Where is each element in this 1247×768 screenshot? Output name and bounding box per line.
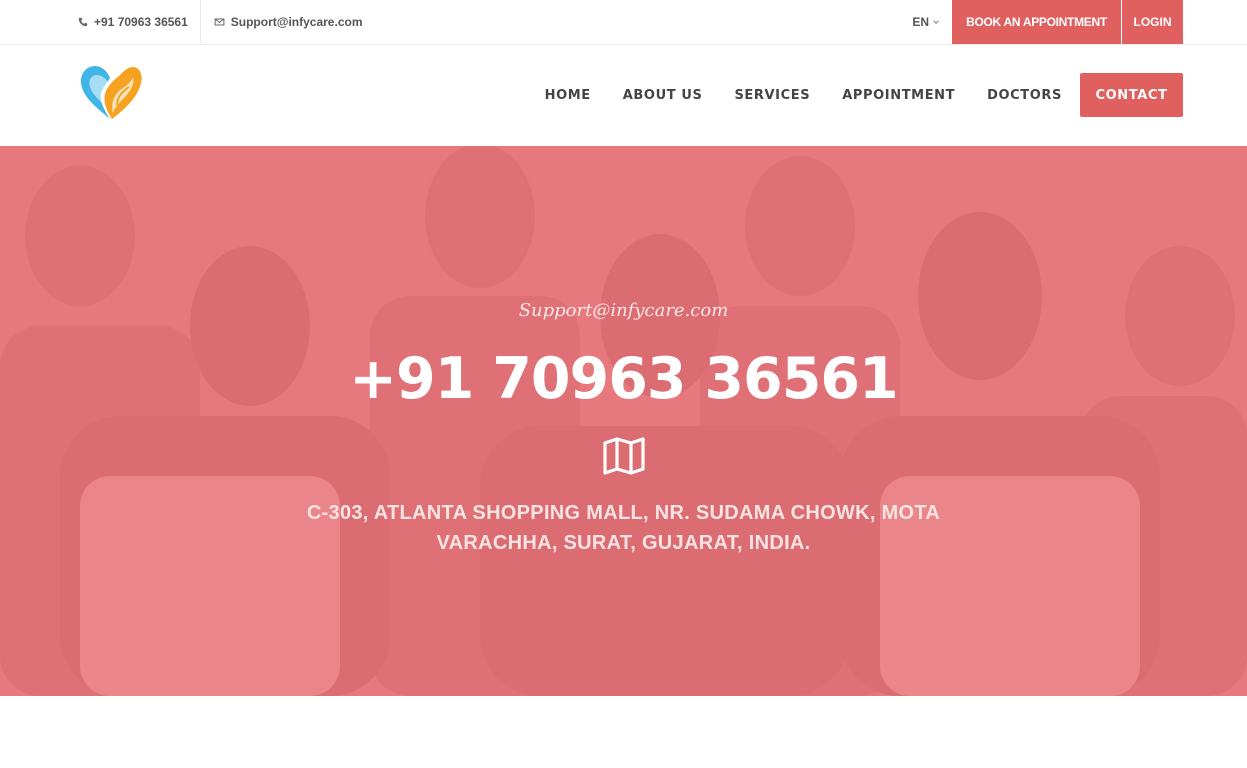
contact-info: +91 70963 36561 Support@infycare.com [78,0,363,44]
top-email-text: Support@infycare.com [230,15,363,29]
hero-banner: Support@infycare.com +91 70963 36561 C-3… [0,146,1247,696]
nav-about-us[interactable]: ABOUT US [623,88,703,103]
hero-email[interactable]: Support@infycare.com [0,300,1247,321]
primary-nav: HOME ABOUT US SERVICES APPOINTMENT DOCTO… [545,73,1183,117]
nav-doctors[interactable]: DOCTORS [987,88,1062,103]
nav-appointment[interactable]: APPOINTMENT [842,88,955,103]
heart-logo[interactable] [77,61,145,125]
language-select[interactable]: EN [912,0,952,44]
nav-services[interactable]: SERVICES [734,88,810,103]
hero-content: Support@infycare.com +91 70963 36561 C-3… [0,146,1247,696]
nav-contact-button[interactable]: CONTACT [1080,73,1183,117]
main-navbar: HOME ABOUT US SERVICES APPOINTMENT DOCTO… [0,45,1247,146]
language-label: EN [912,15,929,29]
nav-home[interactable]: HOME [545,88,591,103]
chevron-down-icon [933,20,939,24]
mail-icon [214,18,225,26]
top-phone-text: +91 70963 36561 [94,15,188,29]
top-actions: EN BOOK AN APPOINTMENT LOGIN [912,0,1183,44]
phone-icon [78,17,88,27]
map-icon [603,437,645,475]
book-appointment-button[interactable]: BOOK AN APPOINTMENT [952,0,1122,44]
login-button[interactable]: LOGIN [1122,0,1183,44]
top-bar: +91 70963 36561 Support@infycare.com EN … [0,0,1247,45]
hero-address: C-303, ATLANTA SHOPPING MALL, NR. SUDAMA… [306,502,941,554]
hero-phone[interactable]: +91 70963 36561 [0,346,1247,412]
top-phone[interactable]: +91 70963 36561 [78,0,201,44]
top-email[interactable]: Support@infycare.com [201,0,363,44]
